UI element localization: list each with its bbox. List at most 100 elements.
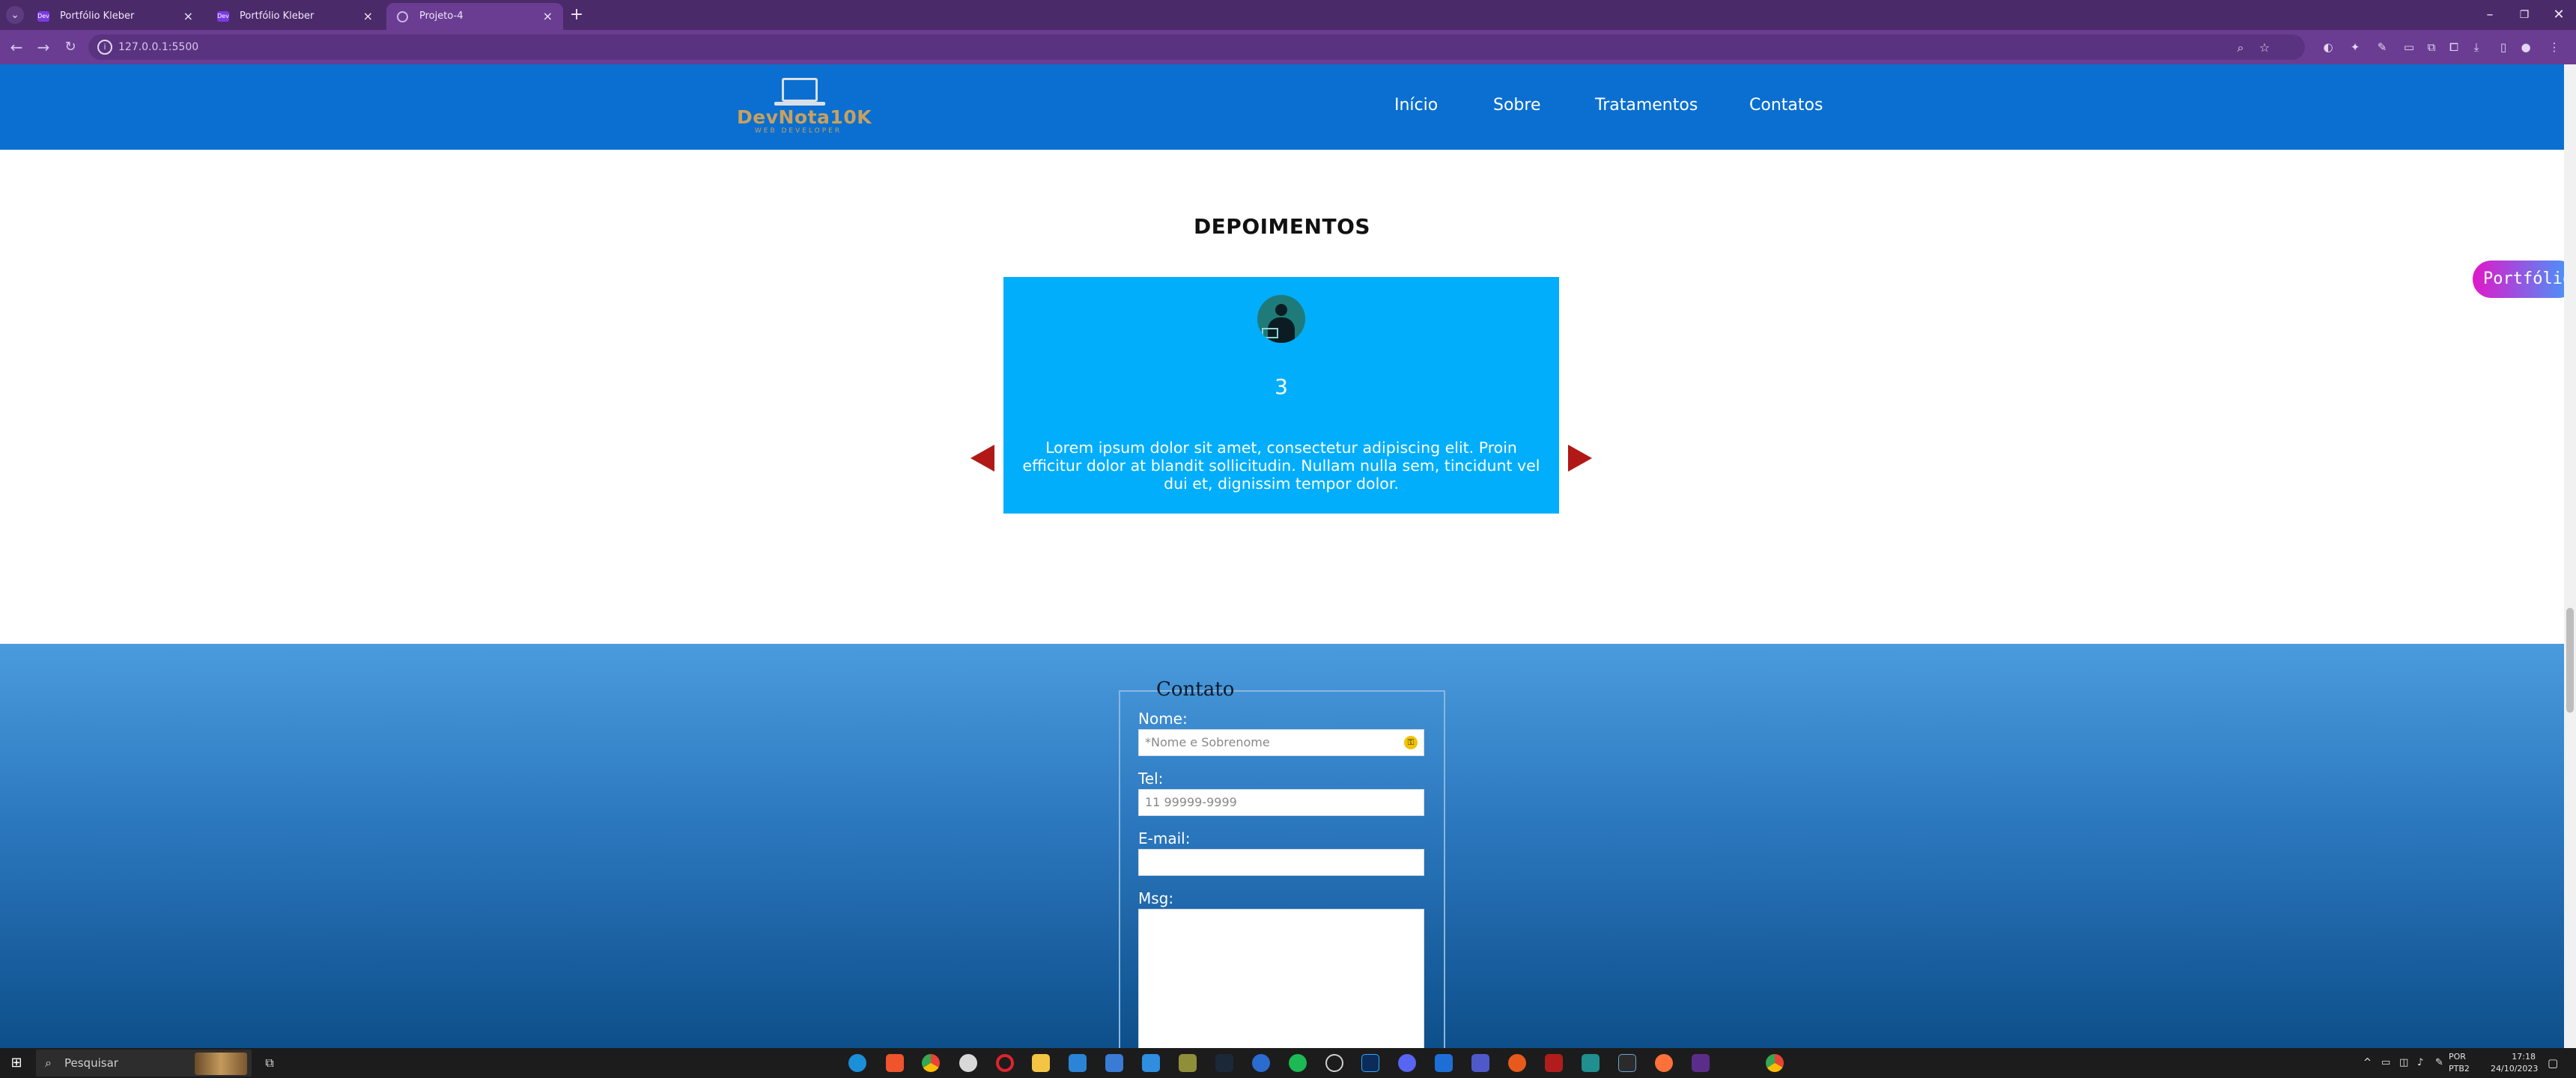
page-viewport: DevNota10K WEB DEVELOPER Início Sobre Tr… — [0, 64, 2564, 1048]
file-explorer-icon[interactable] — [1032, 1054, 1050, 1072]
notification-icon[interactable]: ▢ — [2548, 1048, 2558, 1078]
photoshop-icon[interactable] — [1361, 1054, 1379, 1072]
extension-icon[interactable]: ◐ — [2320, 39, 2336, 55]
tab-favicon-icon: Dev — [217, 11, 229, 22]
name-label: Nome: — [1138, 710, 1188, 728]
cloud-app-icon[interactable] — [959, 1054, 977, 1072]
network-icon[interactable]: ◫ — [2399, 1048, 2408, 1078]
email-input[interactable] — [1138, 849, 1424, 876]
steam-icon[interactable] — [1215, 1054, 1233, 1072]
app-icon[interactable] — [1692, 1054, 1710, 1072]
tel-placeholder: 11 99999-9999 — [1145, 795, 1237, 809]
tab-favicon-icon: Dev — [37, 11, 49, 22]
app-icon[interactable] — [1508, 1054, 1526, 1072]
site-info-icon[interactable]: i — [97, 40, 112, 55]
windows-start-icon[interactable]: ⊞ — [9, 1056, 24, 1071]
logo-text: DevNota10K — [737, 106, 872, 128]
clock-time: 17:18 — [2512, 1052, 2536, 1062]
spotify-icon[interactable] — [1289, 1054, 1307, 1072]
pen-icon[interactable]: ✎ — [2435, 1048, 2443, 1078]
address-bar[interactable]: i 127.0.0.1:5500 ⌕ ☆ — [88, 34, 2305, 60]
code-editor-icon[interactable] — [1618, 1054, 1636, 1072]
message-textarea[interactable] — [1138, 909, 1424, 1048]
testimonial-number: 3 — [1275, 374, 1288, 399]
tab-close-icon[interactable]: × — [363, 3, 373, 30]
taskbar-clock[interactable]: 17:18 24/10/2023 — [2491, 1051, 2538, 1075]
side-panel-icon[interactable]: ▯ — [2495, 39, 2512, 55]
language-code: POR — [2449, 1052, 2466, 1062]
volume-icon[interactable]: ♪ — [2417, 1048, 2423, 1078]
teams-icon[interactable] — [1471, 1054, 1489, 1072]
app-icon[interactable] — [1435, 1054, 1453, 1072]
app-icon[interactable] — [1252, 1054, 1270, 1072]
opera-icon[interactable] — [996, 1054, 1014, 1072]
new-tab-button[interactable]: + — [566, 4, 587, 25]
contact-section: Contato Nome: *Nome e Sobrenome ⚿ Tel: 1… — [0, 644, 2564, 1048]
color-picker-extension-icon[interactable]: ✦ — [2347, 39, 2363, 55]
tab-close-icon[interactable]: × — [183, 3, 193, 30]
extension-icon[interactable]: ▭ — [2401, 39, 2417, 55]
brave-icon[interactable] — [886, 1054, 904, 1072]
testimonial-card: 3 Lorem ipsum dolor sit amet, consectetu… — [1003, 277, 1559, 514]
browser-toolbar: ← → ↻ i 127.0.0.1:5500 ⌕ ☆ ◐ ✦ ✎ ▭ ⧉ ⧠ ⤓… — [0, 30, 2576, 64]
nav-link-sobre[interactable]: Sobre — [1493, 94, 1541, 117]
extensions-puzzle-icon[interactable]: ⧠ — [2446, 39, 2462, 55]
download-icon[interactable]: ⤓ — [2468, 39, 2485, 55]
firefox-icon[interactable] — [1655, 1054, 1673, 1072]
taskbar-search-placeholder: Pesquisar — [64, 1056, 118, 1070]
laptop-icon — [782, 78, 818, 102]
site-header: DevNota10K WEB DEVELOPER Início Sobre Tr… — [0, 64, 2564, 150]
chrome-active-icon[interactable] — [1766, 1054, 1784, 1072]
menu-kebab-icon[interactable]: ⋮ — [2546, 39, 2563, 55]
taskbar-search[interactable]: ⌕ Pesquisar — [36, 1050, 252, 1077]
tab-title: Projeto-4 — [419, 10, 464, 22]
discord-icon[interactable] — [1398, 1054, 1416, 1072]
tab-search-button[interactable]: ⌄ — [6, 6, 24, 24]
nav-link-contatos[interactable]: Contatos — [1749, 94, 1823, 117]
bookmark-star-icon[interactable]: ☆ — [2257, 40, 2272, 55]
avatar-laptop — [1262, 328, 1278, 338]
page-scrollbar[interactable] — [2564, 64, 2576, 1048]
tel-label: Tel: — [1138, 770, 1164, 788]
name-input[interactable]: *Nome e Sobrenome ⚿ — [1138, 729, 1424, 756]
task-view-icon[interactable]: ⧉ — [262, 1056, 277, 1071]
browser-tab-2[interactable]: Dev Portfólio Kleber × — [207, 3, 383, 30]
settings-gear-icon[interactable] — [1325, 1054, 1343, 1072]
msg-label: Msg: — [1138, 889, 1174, 907]
app-icon[interactable] — [1582, 1054, 1600, 1072]
testimonials-title: DEPOIMENTOS — [1193, 214, 1371, 239]
carousel-next-arrow-icon[interactable] — [1568, 445, 1592, 472]
chrome-icon[interactable] — [922, 1054, 940, 1072]
avatar — [1257, 295, 1305, 343]
language-indicator[interactable]: POR PTB2 — [2449, 1051, 2479, 1075]
carousel-prev-arrow-icon[interactable] — [970, 445, 994, 472]
tray-app-icon[interactable]: ▭ — [2381, 1048, 2390, 1078]
scrollbar-thumb[interactable] — [2566, 608, 2574, 713]
autofill-key-icon[interactable]: ⚿ — [1404, 736, 1418, 749]
portfolio-floating-button[interactable]: Portfólio — [2473, 261, 2564, 298]
mail-icon[interactable] — [1069, 1054, 1087, 1072]
close-window-icon[interactable]: ✕ — [2537, 0, 2576, 30]
profile-avatar-icon[interactable]: ● — [2518, 39, 2534, 55]
vscode-icon[interactable] — [1142, 1054, 1160, 1072]
testimonial-text: Lorem ipsum dolor sit amet, consectetur … — [1022, 439, 1540, 493]
app-icon[interactable] — [1179, 1054, 1197, 1072]
eyedropper-icon[interactable]: ✎ — [2374, 39, 2390, 55]
site-logo[interactable]: DevNota10K WEB DEVELOPER — [737, 76, 872, 138]
reload-icon[interactable]: ↻ — [60, 37, 81, 58]
tab-close-icon[interactable]: × — [543, 3, 553, 30]
tray-overflow-icon[interactable]: ^ — [2363, 1048, 2372, 1078]
browser-tab-1[interactable]: Dev Portfólio Kleber × — [27, 3, 204, 30]
translate-icon[interactable]: ⧉ — [2423, 39, 2440, 55]
forward-arrow-icon[interactable]: → — [33, 37, 54, 58]
tel-input[interactable]: 11 99999-9999 — [1138, 789, 1424, 816]
nav-link-inicio[interactable]: Início — [1394, 94, 1438, 117]
browser-tab-3-active[interactable]: Projeto-4 × — [386, 3, 563, 30]
edge-icon[interactable] — [848, 1054, 866, 1072]
store-icon[interactable] — [1105, 1054, 1123, 1072]
tab-title: Portfólio Kleber — [240, 10, 315, 22]
zoom-icon[interactable]: ⌕ — [2233, 40, 2248, 55]
nav-link-tratamentos[interactable]: Tratamentos — [1595, 94, 1698, 117]
back-arrow-icon[interactable]: ← — [6, 37, 27, 58]
filezilla-icon[interactable] — [1545, 1054, 1563, 1072]
